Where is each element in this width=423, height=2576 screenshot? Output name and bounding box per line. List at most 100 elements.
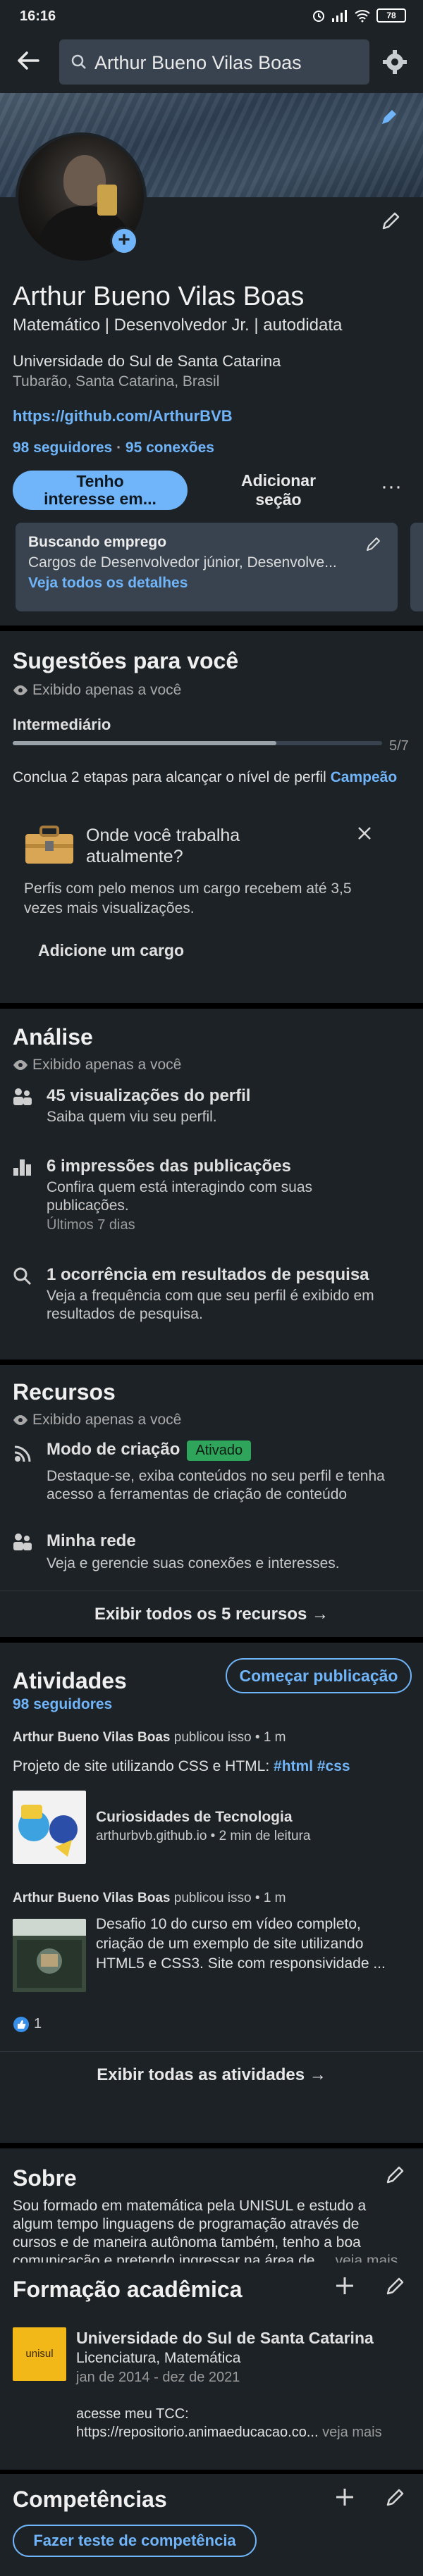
- post-hashtags[interactable]: #html #css: [274, 1758, 350, 1774]
- private-note-text: Exibido apenas a você: [32, 682, 182, 698]
- activity-title: Atividades: [13, 1668, 127, 1693]
- job-prompt-title-2: atualmente?: [86, 847, 183, 866]
- article-thumbnail[interactable]: [13, 1791, 86, 1864]
- more-options-button[interactable]: ···: [374, 476, 409, 504]
- analytics-card: Análise Exibido apenas a você 45 visuali…: [0, 1009, 423, 1359]
- private-note: Exibido apenas a você: [13, 682, 181, 699]
- start-post-button[interactable]: Começar publicação: [226, 1658, 412, 1693]
- post-text-line: HTML5 e CSS3. Site com responsividade ..…: [96, 1955, 386, 1972]
- profile-education[interactable]: Universidade do Sul de Santa Catarina: [13, 352, 281, 371]
- signal-icon: [332, 10, 347, 22]
- analytics-item-desc: resultados de pesquisa.: [47, 1306, 203, 1322]
- search-icon: [71, 54, 86, 69]
- post-thumbnail[interactable]: [13, 1919, 86, 1992]
- skills-title: Competências: [13, 2487, 167, 2512]
- profile-strength-bar: [13, 741, 382, 745]
- open-to-work-card[interactable]: Buscando emprego Cargos de Desenvolvedor…: [16, 523, 398, 611]
- add-position-button[interactable]: Adicione um cargo: [38, 941, 184, 960]
- analytics-item-desc: Saiba quem viu seu perfil.: [47, 1109, 217, 1125]
- activity-followers[interactable]: 98 seguidores: [13, 1696, 112, 1713]
- briefcase-icon: [25, 826, 73, 864]
- arrow-right-icon: →: [312, 1605, 329, 1624]
- creator-mode-title: Modo de criação Ativado: [47, 1440, 252, 1461]
- about-line: cursos e de maneira autônoma também, ten…: [13, 2234, 361, 2251]
- profile-headline: Matemático | Desenvolvedor Jr. | autodid…: [13, 316, 343, 335]
- education-title: Formação acadêmica: [13, 2277, 243, 2302]
- education-note: acesse meu TCC:: [76, 2406, 189, 2422]
- open-to-work-details-link[interactable]: Veja todos os detalhes: [28, 575, 188, 592]
- open-to-label-2: interesse em...: [44, 490, 157, 508]
- battery-icon: 78: [376, 8, 406, 23]
- edit-intro-icon[interactable]: [381, 210, 402, 231]
- bar-chart-icon: [13, 1159, 31, 1176]
- alarm-icon: [313, 11, 324, 22]
- followers-connections[interactable]: 98 seguidores · 95 conexões: [13, 440, 214, 456]
- creator-mode-label: Modo de criação: [47, 1440, 180, 1459]
- skills-card: Competências Fazer teste de competência: [0, 2474, 423, 2576]
- add-section-button[interactable]: Adicionar seção: [202, 471, 355, 510]
- add-section-label-2: seção: [255, 490, 302, 509]
- top-bar: Arthur Bueno Vilas Boas: [0, 31, 423, 93]
- show-all-activity-button[interactable]: Exibir todas as atividades →: [0, 2065, 423, 2085]
- next-card-peek[interactable]: [410, 523, 423, 611]
- suggestions-card: Sugestões para você Exibido apenas a voc…: [0, 631, 423, 1003]
- profile-card: + Arthur Bueno Vilas Boas Matemático | D…: [0, 93, 423, 626]
- suggestions-title: Sugestões para você: [13, 648, 239, 673]
- school-logo: unisul: [13, 2327, 66, 2381]
- connections-count[interactable]: 95 conexões: [125, 440, 214, 456]
- back-button[interactable]: [14, 46, 45, 77]
- post-text: Projeto de site utilizando CSS e HTML: #…: [13, 1758, 350, 1775]
- add-icon[interactable]: [334, 2275, 355, 2296]
- profile-strength-fill: [13, 741, 277, 745]
- analytics-item-period: Últimos 7 dias: [47, 1217, 135, 1233]
- level-hint-target[interactable]: Campeão: [331, 769, 398, 785]
- school-logo-text: unisul: [25, 2348, 54, 2360]
- about-card: Sobre Sou formado em matemática pela UNI…: [0, 2148, 423, 2269]
- job-prompt-title-1: Onde você trabalha: [86, 826, 240, 845]
- like-icon: [13, 2017, 29, 2032]
- analytics-item-title: 45 visualizações do perfil: [47, 1086, 251, 1105]
- open-to-work-title: Buscando emprego: [28, 534, 167, 550]
- edit-education-icon[interactable]: [385, 2275, 406, 2296]
- degree: Licenciatura, Matemática: [76, 2350, 241, 2366]
- about-line: algum tempo linguagens de programação at…: [13, 2216, 360, 2232]
- wifi-icon: [355, 10, 370, 23]
- close-icon[interactable]: [357, 826, 372, 841]
- broadcast-icon: [14, 1445, 31, 1462]
- banner-edit-icon[interactable]: [379, 108, 398, 127]
- add-photo-button[interactable]: +: [110, 227, 138, 255]
- open-to-button[interactable]: Tenho interesse em...: [13, 471, 188, 510]
- progress-text: 5/7: [389, 738, 409, 754]
- gear-icon[interactable]: [382, 49, 407, 75]
- post-text-line: criação de um exemplo de site utilizando: [96, 1936, 364, 1952]
- post-author[interactable]: Arthur Bueno Vilas Boas: [13, 1891, 170, 1905]
- open-to-label-1: Tenho: [76, 472, 124, 490]
- show-all-resources-button[interactable]: Exibir todos os 5 recursos →: [0, 1605, 423, 1624]
- edit-icon[interactable]: [365, 535, 382, 552]
- education-note-link[interactable]: https://repositorio.animaeducacao.co...: [76, 2425, 319, 2440]
- edit-skills-icon[interactable]: [385, 2487, 406, 2508]
- resources-title: Recursos: [13, 1379, 116, 1405]
- post-meta: publicou isso • 1 m: [170, 1891, 286, 1905]
- analytics-title: Análise: [13, 1024, 93, 1050]
- post-author[interactable]: Arthur Bueno Vilas Boas: [13, 1730, 170, 1745]
- search-icon: [13, 1267, 32, 1286]
- followers-count[interactable]: 98 seguidores: [13, 440, 112, 456]
- status-icons: 78: [312, 7, 406, 24]
- analytics-item-desc: Veja a frequência com que seu perfil é e…: [47, 1288, 374, 1304]
- edit-about-icon[interactable]: [385, 2164, 406, 2185]
- profile-level: Intermediário: [13, 716, 111, 733]
- skill-quiz-button[interactable]: Fazer teste de competência: [13, 2525, 257, 2557]
- search-input[interactable]: Arthur Bueno Vilas Boas: [59, 39, 369, 85]
- profile-location: Tubarão, Santa Catarina, Brasil: [13, 373, 220, 390]
- profile-website-link[interactable]: https://github.com/ArthurBVB: [13, 407, 233, 425]
- analytics-item-desc: publicações.: [47, 1197, 129, 1214]
- add-icon[interactable]: [334, 2487, 355, 2508]
- post-header: Arthur Bueno Vilas Boas publicou isso • …: [13, 1730, 286, 1746]
- people-icon: [13, 1533, 32, 1550]
- arrow-right-icon: →: [309, 2065, 326, 2084]
- activity-card: Atividades 98 seguidores Começar publica…: [0, 1643, 423, 2143]
- analytics-item-title: 1 ocorrência em resultados de pesquisa: [47, 1265, 369, 1284]
- meta-separator: ·: [112, 440, 125, 456]
- education-see-more[interactable]: veja mais: [322, 2425, 381, 2440]
